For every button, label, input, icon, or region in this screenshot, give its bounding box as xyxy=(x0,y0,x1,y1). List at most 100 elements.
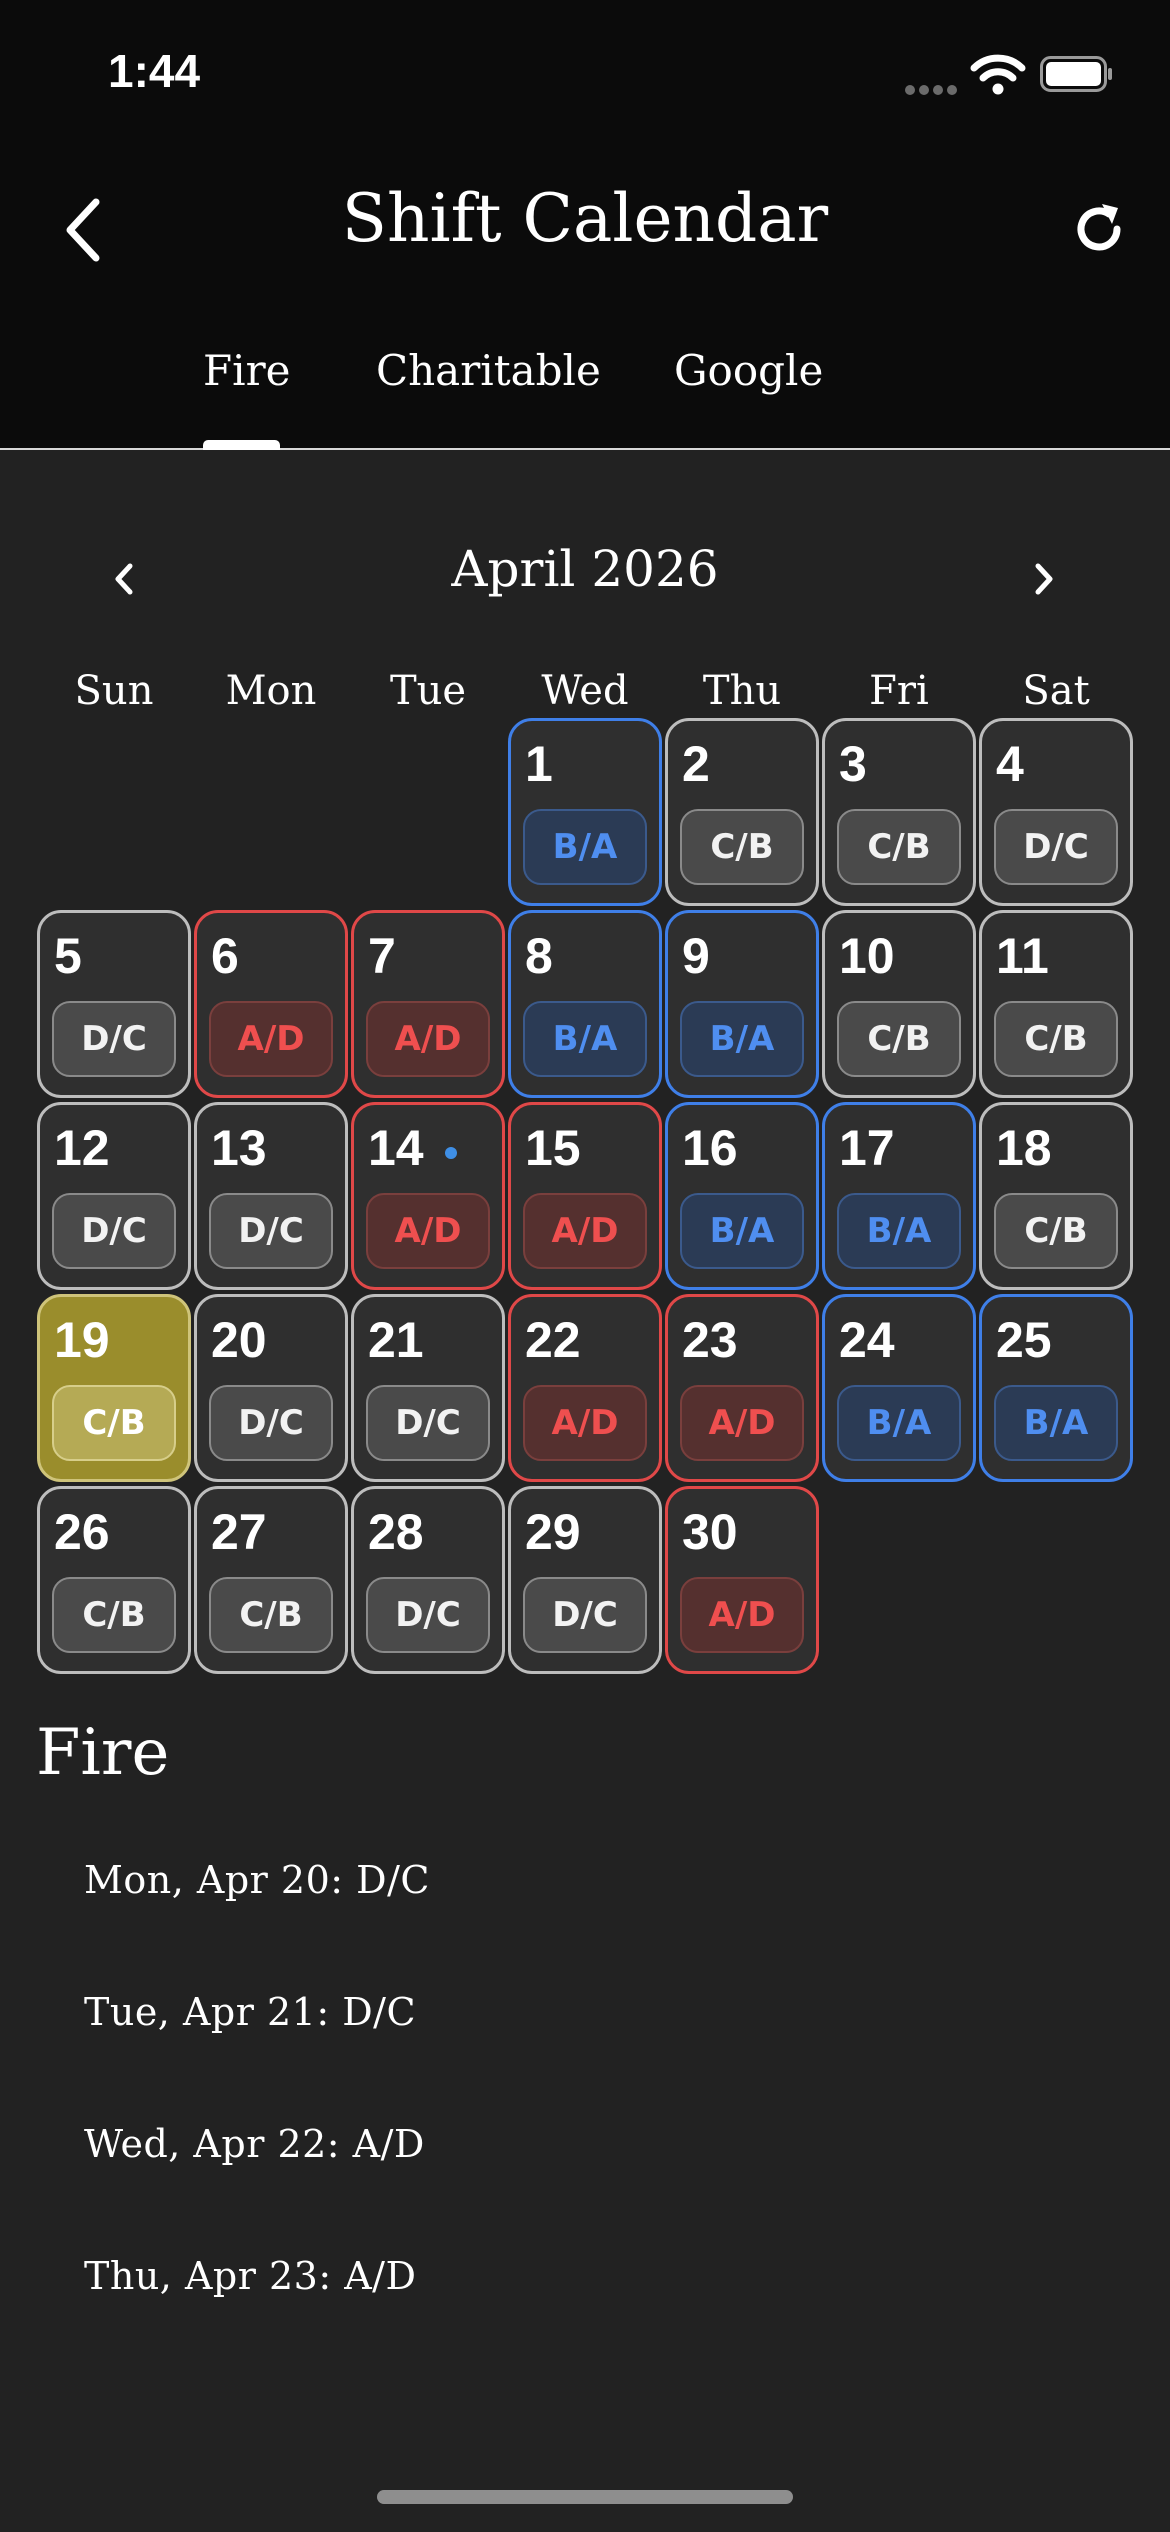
calendar-day-21[interactable]: 21 D/C xyxy=(351,1294,505,1482)
shift-badge: C/B xyxy=(994,1001,1118,1077)
shift-badge: A/D xyxy=(209,1001,333,1077)
day-number: 21 xyxy=(368,1312,424,1368)
day-number: 18 xyxy=(996,1120,1052,1176)
home-indicator[interactable] xyxy=(377,2490,793,2504)
calendar-day-10[interactable]: 10 C/B xyxy=(822,910,976,1098)
shift-badge: C/B xyxy=(837,1001,961,1077)
day-number: 28 xyxy=(368,1504,424,1560)
day-number: 22 xyxy=(525,1312,581,1368)
weekday-header-sun: Sun xyxy=(74,668,154,714)
calendar-day-19[interactable]: 19 C/B xyxy=(37,1294,191,1482)
calendar-day-23[interactable]: 23 A/D xyxy=(665,1294,819,1482)
weekday-header-sat: Sat xyxy=(1022,668,1090,714)
calendar-day-13[interactable]: 13 D/C xyxy=(194,1102,348,1290)
day-number: 27 xyxy=(211,1504,267,1560)
calendar-day-8[interactable]: 8 B/A xyxy=(508,910,662,1098)
calendar-day-29[interactable]: 29 D/C xyxy=(508,1486,662,1674)
weekday-header-fri: Fri xyxy=(869,668,929,714)
shift-badge: B/A xyxy=(837,1385,961,1461)
list-item: Tue, Apr 21: D/C xyxy=(84,1990,417,2034)
fire-shift-list: Mon, Apr 20: D/C Tue, Apr 21: D/C Wed, A… xyxy=(84,1858,984,2386)
calendar-day-5[interactable]: 5 D/C xyxy=(37,910,191,1098)
shift-badge: D/C xyxy=(366,1577,490,1653)
calendar-day-16[interactable]: 16 B/A xyxy=(665,1102,819,1290)
shift-badge: B/A xyxy=(523,1001,647,1077)
day-number: 5 xyxy=(54,928,82,984)
wifi-icon xyxy=(970,54,1026,95)
shift-badge: D/C xyxy=(366,1385,490,1461)
calendar-day-18[interactable]: 18 C/B xyxy=(979,1102,1133,1290)
month-label: April 2026 xyxy=(451,540,719,598)
day-number: 30 xyxy=(682,1504,738,1560)
shift-badge: B/A xyxy=(680,1001,804,1077)
calendar-day-24[interactable]: 24 B/A xyxy=(822,1294,976,1482)
calendar-day-11[interactable]: 11 C/B xyxy=(979,910,1133,1098)
day-number: 13 xyxy=(211,1120,267,1176)
shift-badge: C/B xyxy=(680,809,804,885)
chevron-right-icon[interactable] xyxy=(1018,554,1068,604)
month-navigation: April 2026 xyxy=(0,540,1170,620)
calendar-day-3[interactable]: 3 C/B xyxy=(822,718,976,906)
weekday-header-thu: Thu xyxy=(702,668,782,714)
shift-badge: C/B xyxy=(209,1577,333,1653)
shift-badge: A/D xyxy=(523,1193,647,1269)
weekday-header-mon: Mon xyxy=(225,668,317,714)
calendar-day-25[interactable]: 25 B/A xyxy=(979,1294,1133,1482)
calendar-day-14[interactable]: 14 A/D xyxy=(351,1102,505,1290)
calendar-day-7[interactable]: 7 A/D xyxy=(351,910,505,1098)
day-number: 26 xyxy=(54,1504,110,1560)
list-item: Mon, Apr 20: D/C xyxy=(84,1858,431,1902)
shift-badge: C/B xyxy=(837,809,961,885)
shift-badge: A/D xyxy=(523,1385,647,1461)
day-number: 16 xyxy=(682,1120,738,1176)
shift-badge: D/C xyxy=(52,1193,176,1269)
shift-badge: D/C xyxy=(209,1385,333,1461)
calendar-day-12[interactable]: 12 D/C xyxy=(37,1102,191,1290)
day-number: 6 xyxy=(211,928,239,984)
shift-badge: A/D xyxy=(366,1001,490,1077)
day-number: 3 xyxy=(839,736,867,792)
calendar-day-22[interactable]: 22 A/D xyxy=(508,1294,662,1482)
calendar-day-27[interactable]: 27 C/B xyxy=(194,1486,348,1674)
day-number: 11 xyxy=(996,928,1049,984)
event-dot-icon xyxy=(445,1147,457,1159)
calendar-day-28[interactable]: 28 D/C xyxy=(351,1486,505,1674)
calendar-day-6[interactable]: 6 A/D xyxy=(194,910,348,1098)
shift-badge: B/A xyxy=(994,1385,1118,1461)
tab-google[interactable]: Google xyxy=(674,346,823,395)
tab-charitable[interactable]: Charitable xyxy=(376,346,601,395)
day-number: 29 xyxy=(525,1504,581,1560)
day-number: 15 xyxy=(525,1120,581,1176)
refresh-icon[interactable] xyxy=(1068,198,1130,260)
status-time: 1:44 xyxy=(108,45,201,97)
calendar-day-9[interactable]: 9 B/A xyxy=(665,910,819,1098)
calendar-day-4[interactable]: 4 D/C xyxy=(979,718,1133,906)
list-item: Wed, Apr 22: A/D xyxy=(84,2122,425,2166)
day-number: 9 xyxy=(682,928,710,984)
shift-badge: A/D xyxy=(366,1193,490,1269)
tab-fire[interactable]: Fire xyxy=(203,346,291,395)
calendar-day-17[interactable]: 17 B/A xyxy=(822,1102,976,1290)
shift-badge: D/C xyxy=(52,1001,176,1077)
shift-badge: D/C xyxy=(523,1577,647,1653)
calendar-day-1[interactable]: 1 B/A xyxy=(508,718,662,906)
shift-badge: C/B xyxy=(52,1577,176,1653)
chevron-left-icon[interactable] xyxy=(100,554,150,604)
day-number: 1 xyxy=(525,736,553,792)
app-header: Shift Calendar Fire Charitable Google xyxy=(0,150,1170,450)
day-number: 24 xyxy=(839,1312,895,1368)
shift-badge: B/A xyxy=(837,1193,961,1269)
page-title: Shift Calendar xyxy=(341,180,829,257)
status-bar: 1:44 xyxy=(0,0,1170,150)
calendar-day-26[interactable]: 26 C/B xyxy=(37,1486,191,1674)
calendar-day-30[interactable]: 30 A/D xyxy=(665,1486,819,1674)
calendar-day-15[interactable]: 15 A/D xyxy=(508,1102,662,1290)
calendar-day-20[interactable]: 20 D/C xyxy=(194,1294,348,1482)
calendar-day-2[interactable]: 2 C/B xyxy=(665,718,819,906)
day-number: 4 xyxy=(996,736,1024,792)
day-number: 17 xyxy=(839,1120,895,1176)
cellular-signal-icon xyxy=(905,80,961,95)
day-number: 19 xyxy=(54,1312,110,1368)
day-number: 25 xyxy=(996,1312,1052,1368)
shift-badge: A/D xyxy=(680,1577,804,1653)
